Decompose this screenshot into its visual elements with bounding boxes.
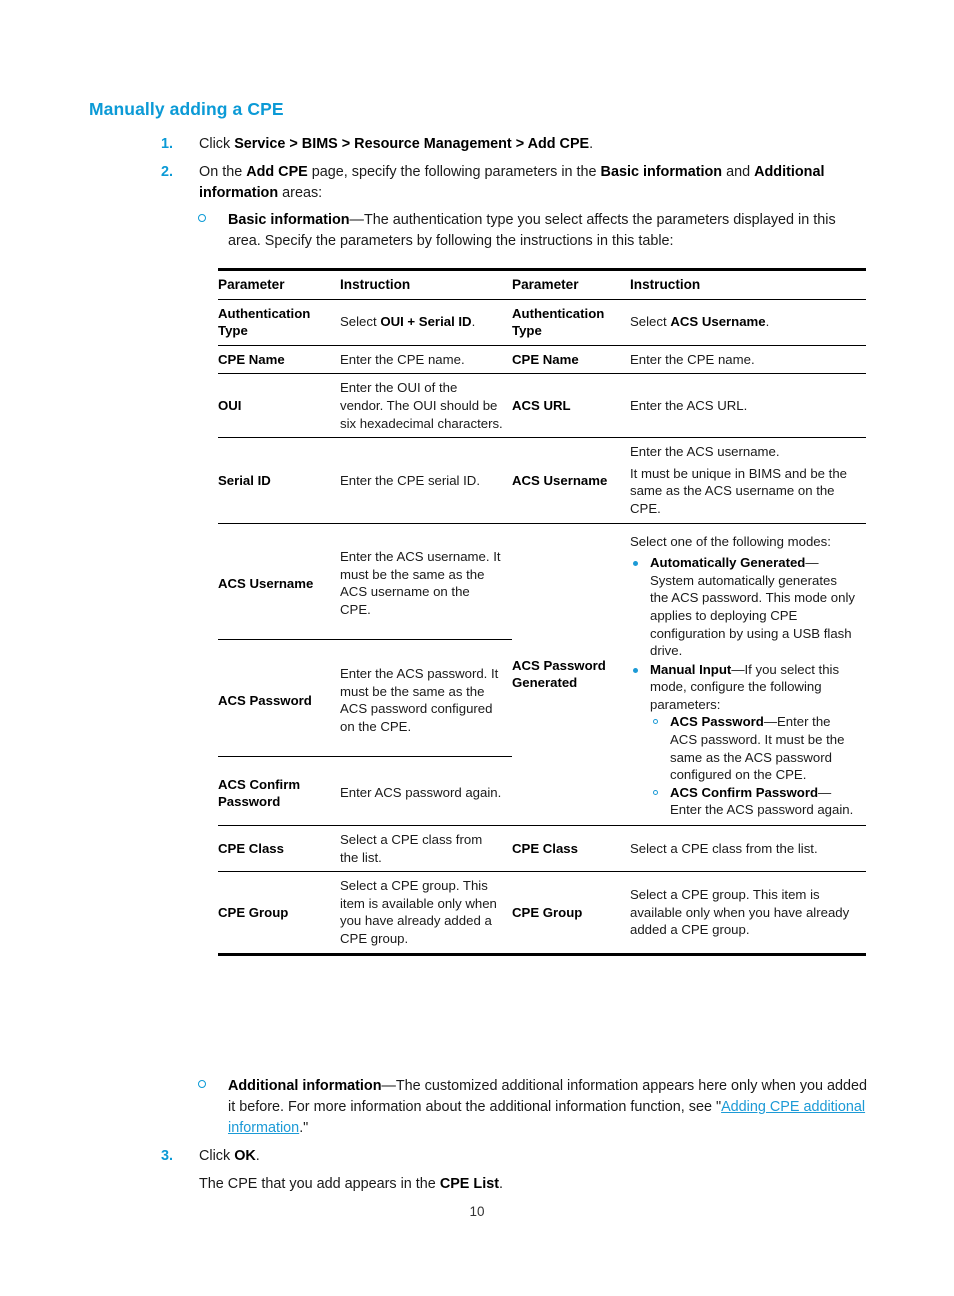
step-3: 3. Click OK. [161,1146,881,1167]
row-cpe-name-param-1: CPE Name [218,344,340,374]
step-2-text: On the Add CPE page, specify the followi… [199,162,876,203]
row-auth-type-instr-2: Select ACS Username. [630,298,866,346]
step-2-basic-information: Basic information [600,164,723,180]
table-row: ACS Username Enter the ACS username. It … [218,522,866,826]
row-auth-type-instr-1: Select OUI + Serial ID. [340,298,512,346]
step-2-add-cpe: Add CPE [246,164,308,180]
manual-param-acs-password-label: ACS Password [670,714,764,730]
row-cpe-group-instr-2: Select a CPE group. This item is availab… [630,871,866,953]
step-3-number: 3. [161,1148,174,1164]
table-row: CPE Class Select a CPE class from the li… [218,825,866,872]
row-acs-confirm-password-param-1: ACS Confirm Password [218,756,340,826]
mode-label-auto: Automatically Generated [650,555,806,571]
mode-item-automatically-generated: Automatically Generated—System automatic… [630,554,858,660]
step-2-t3: and [722,164,755,180]
row-acs-confirm-password-instr-1: Enter ACS password again. [340,756,512,826]
step-1: 1. Click Service > BIMS > Resource Manag… [161,134,881,155]
document-page: Manually adding a CPE 1. Click Service >… [0,0,954,1296]
table-row: Serial ID Enter the CPE serial ID. ACS U… [218,437,866,524]
row-acs-password-instr-1: Enter the ACS password. It must be the s… [340,639,512,757]
row-serial-id-param-2: ACS Username [512,437,630,524]
parameters-table-wrap: Parameter Instruction Parameter Instruct… [218,268,866,956]
row-cpe-group-instr-1: Select a CPE group. This item is availab… [340,871,512,953]
tail-cpe-list: CPE List [439,1176,499,1192]
manual-param-acs-confirm-password-label: ACS Confirm Password [670,784,819,800]
circle-bullet-icon [198,1076,228,1139]
step-1-text: Click Service > BIMS > Resource Manageme… [199,134,881,155]
row-acs-password-generated-param-2: ACS Password Generated [512,522,630,826]
row-cpe-group-param-2: CPE Group [512,871,630,953]
table-header-row: Parameter Instruction Parameter Instruct… [218,271,866,300]
row-auth-type-param-1: Authentication Type [218,298,340,346]
table-row: CPE Name Enter the CPE name. CPE Name En… [218,344,866,374]
row-serial-id-instr-2: Enter the ACS username. It must be uniqu… [630,437,866,524]
row-cpe-class-instr-2: Select a CPE class from the list. [630,825,866,872]
mode-label-manual: Manual Input [650,661,732,677]
col-header-parameter-2: Parameter [512,277,579,292]
row-cpe-group-param-1: CPE Group [218,871,340,953]
row-cpe-name-instr-2: Enter the CPE name. [630,344,866,374]
table-bottom-rule [218,952,866,956]
step-2: 2. On the Add CPE page, specify the foll… [161,162,876,203]
step-3-t1: Click [199,1148,235,1164]
step-1-text-before: Click [199,136,235,152]
manual-param-acs-password: ACS Password—Enter the ACS password. It … [650,713,858,783]
row-oui-param-1: OUI [218,373,340,438]
row-oui-param-2: ACS URL [512,373,630,438]
table-row: CPE Group Select a CPE group. This item … [218,871,866,953]
table-row: OUI Enter the OUI of the vendor. The OUI… [218,373,866,438]
tail-t1: The CPE that you add appears in the [199,1176,440,1192]
row-oui-instr-1: Enter the OUI of the vendor. The OUI sho… [340,373,512,438]
step-3-ok: OK [234,1148,256,1164]
col-header-parameter-1: Parameter [218,277,285,292]
mode-text-auto: —System automatically generates the ACS … [650,555,855,659]
row-cpe-class-instr-1: Select a CPE class from the list. [340,825,512,872]
col-header-instruction-1: Instruction [340,277,411,292]
substep-basic-information: Basic information—The authentication typ… [198,210,868,252]
row-serial-id-instr-2-p1: Enter the ACS username. [630,444,780,460]
substep-additional-information: Additional information—The customized ad… [198,1076,870,1139]
modes-list: Automatically Generated—System automatic… [630,554,858,819]
row-acs-password-param-1: ACS Password [218,639,340,757]
parameters-table: Parameter Instruction Parameter Instruct… [218,271,866,953]
step-2-t4: areas: [278,184,323,201]
substep-basic-label: Basic information [228,212,350,228]
step-2-number: 2. [161,164,174,180]
row-cpe-class-param-1: CPE Class [218,825,340,872]
step-1-text-after: . [589,136,594,152]
manual-input-params-list: ACS Password—Enter the ACS password. It … [650,713,858,819]
step-1-menu-path: Service > BIMS > Resource Management > A… [234,136,590,152]
circle-bullet-icon [198,210,228,252]
row-cpe-name-param-2: CPE Name [512,344,630,374]
row-cpe-class-param-2: CPE Class [512,825,630,872]
row-serial-id-instr-1: Enter the CPE serial ID. [340,437,512,524]
substep-additional-text-end: ." [299,1120,309,1136]
page-number: 10 [469,1204,485,1219]
row-acs-username-instr-1: Enter the ACS username. It must be the s… [340,522,512,640]
row-acs-username-param-1: ACS Username [218,522,340,640]
page-title: Manually adding a CPE [89,99,284,119]
manual-param-acs-confirm-password: ACS Confirm Password—Enter the ACS passw… [650,784,858,819]
step-2-t1: On the [199,164,247,180]
step-1-number: 1. [161,136,174,152]
step-2-t2: page, specify the following parameters i… [307,164,601,180]
row-acs-password-generated-instr-2: Select one of the following modes: Autom… [630,522,866,826]
row-auth-type-param-2: Authentication Type [512,298,630,346]
row-oui-instr-2: Enter the ACS URL. [630,373,866,438]
row-serial-id-instr-2-p2: It must be unique in BIMS and be the sam… [630,465,847,516]
step-3-result-text: The CPE that you add appears in the CPE … [199,1174,503,1195]
step-3-t2: . [255,1148,260,1164]
col-header-instruction-2: Instruction [630,277,701,292]
modes-intro: Select one of the following modes: [630,533,831,549]
mode-item-manual-input: Manual Input—If you select this mode, co… [630,661,858,819]
tail-t2: . [498,1176,503,1192]
substep-additional-label: Additional information [228,1078,382,1094]
row-cpe-name-instr-1: Enter the CPE name. [340,344,512,374]
table-row: Authentication Type Select OUI + Serial … [218,298,866,346]
row-serial-id-param-1: Serial ID [218,437,340,524]
